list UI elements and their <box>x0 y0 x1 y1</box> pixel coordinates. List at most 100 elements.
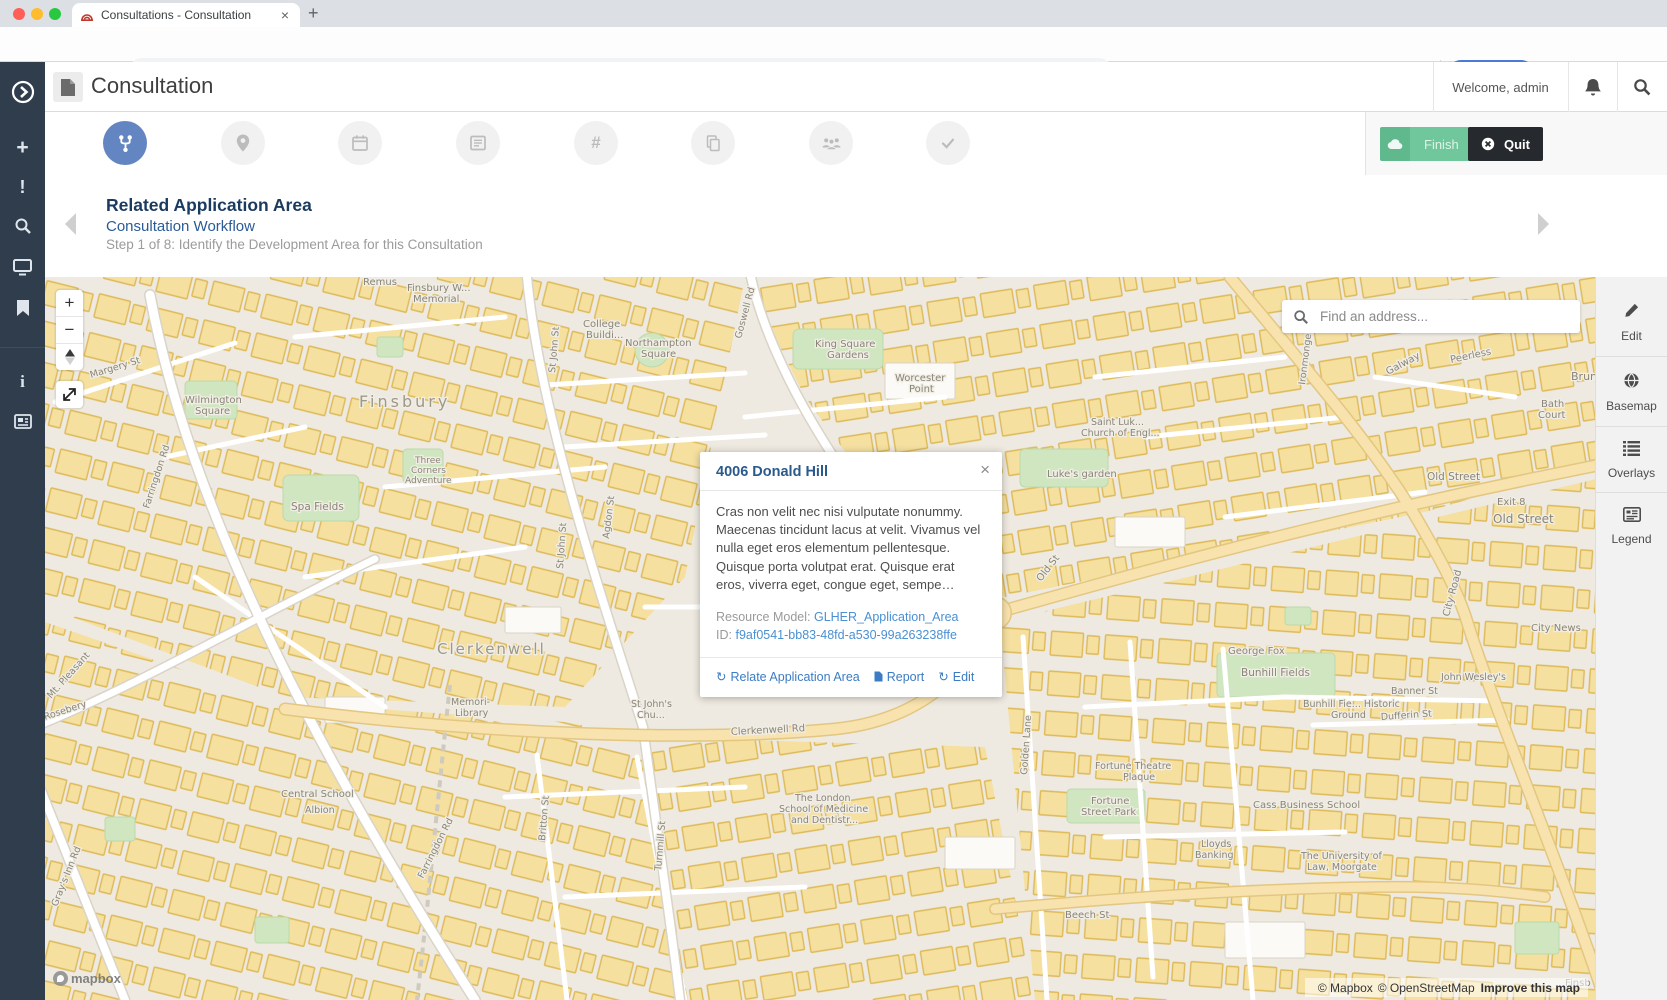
map-overlays-button[interactable]: Overlays <box>1596 427 1667 493</box>
popup-metadata: Resource Model: GLHER_Application_Area I… <box>700 598 1002 657</box>
chevron-left-icon <box>61 211 79 237</box>
map-label: Old Street <box>1427 471 1480 483</box>
map-label: Point <box>909 384 934 395</box>
map-basemap-button[interactable]: Basemap <box>1596 357 1667 427</box>
map-label: Bunhill Fields <box>1241 667 1310 679</box>
relate-application-area-link[interactable]: ↻ Relate Application Area <box>716 669 860 684</box>
sidebar-divider <box>0 347 45 348</box>
map-label: Ground <box>1331 710 1366 721</box>
map-label: Clerkenwell <box>437 640 546 658</box>
welcome-label[interactable]: Welcome, admin <box>1433 62 1568 112</box>
map-label: Street Park <box>1081 807 1136 818</box>
popup-close-icon[interactable]: × <box>980 461 990 478</box>
map-label: St John's <box>631 699 672 710</box>
circle-x-icon <box>1481 137 1495 151</box>
map-label: Cass Business School <box>1253 800 1360 811</box>
map-label: Northampton <box>625 338 692 349</box>
map-canvas[interactable]: Remus Finsbury W...Memorial CollegeBuildi.… <box>45 277 1667 1000</box>
map-label: Banner St <box>1391 686 1438 697</box>
app-header: Consultation Welcome, admin <box>45 62 1667 112</box>
check-icon <box>938 133 958 153</box>
edit-link[interactable]: ↻ Edit <box>938 669 974 684</box>
info-icon[interactable]: i <box>0 372 45 392</box>
browser-tab[interactable]: Consultations - Consultation × <box>72 3 300 27</box>
zoom-out-button[interactable]: − <box>56 317 83 344</box>
zoom-in-button[interactable]: + <box>56 290 83 317</box>
users-icon <box>821 133 842 153</box>
workflow-step-6[interactable] <box>691 121 735 165</box>
search-icon <box>1633 78 1651 96</box>
workflow-step-2[interactable] <box>221 121 265 165</box>
search-button[interactable] <box>1617 62 1667 112</box>
monitor-icon[interactable] <box>0 259 45 281</box>
new-tab-button[interactable]: + <box>308 3 319 24</box>
next-step-button[interactable] <box>1535 211 1553 242</box>
map-label: Library <box>455 708 489 719</box>
form-icon <box>468 133 488 153</box>
map-label: Albion <box>305 805 335 816</box>
finish-button[interactable]: Finish <box>1380 127 1473 161</box>
address-search-input[interactable] <box>1318 308 1552 325</box>
fullscreen-button[interactable] <box>56 381 83 408</box>
mapbox-attribution-link[interactable]: © Mapbox <box>1318 981 1373 995</box>
resource-id-link[interactable]: f9af0541-bb83-48fd-a530-99a263238ffe <box>735 628 957 642</box>
search-icon <box>1293 309 1309 325</box>
map-label: Fortune <box>1091 796 1129 807</box>
map-legend-button[interactable]: Legend <box>1596 493 1667 559</box>
map-label: Law, Moorgate <box>1307 862 1377 873</box>
map-label: Memorial <box>413 294 459 305</box>
resource-model-label: Resource Model: <box>716 610 811 624</box>
tab-close-icon[interactable]: × <box>278 8 292 22</box>
hashtag-icon: # <box>591 133 600 153</box>
workflow-step-1[interactable] <box>103 121 147 165</box>
map-label: Adventure <box>405 476 452 486</box>
map-label: Corners <box>411 466 446 476</box>
report-link[interactable]: Report <box>874 670 925 684</box>
map-label: Memori- <box>451 697 490 708</box>
map-label: and Dentistr... <box>791 815 858 826</box>
quit-label: Quit <box>1504 137 1530 152</box>
improve-map-link[interactable]: Improve this map <box>1481 981 1580 995</box>
chevron-right-icon <box>1535 211 1553 237</box>
cloud-icon <box>1380 127 1410 161</box>
news-icon[interactable] <box>0 414 45 434</box>
add-icon[interactable]: + <box>0 136 45 160</box>
map-label: Buildi... <box>586 330 623 341</box>
workflow-step-5[interactable]: # <box>574 121 618 165</box>
workflow-step-8[interactable] <box>926 121 970 165</box>
osm-attribution-link[interactable]: © OpenStreetMap <box>1378 981 1475 995</box>
macos-zoom-button[interactable] <box>49 8 61 20</box>
alert-icon[interactable]: ! <box>0 177 45 198</box>
resource-model-link[interactable]: GLHER_Application_Area <box>814 610 959 624</box>
workflow-step-7[interactable] <box>809 121 853 165</box>
workflow-step-3[interactable] <box>338 121 382 165</box>
previous-step-button[interactable] <box>61 211 79 242</box>
expand-sidebar-icon[interactable] <box>0 80 45 109</box>
map-label: Remus <box>363 277 397 288</box>
notifications-button[interactable] <box>1568 62 1617 112</box>
map-label: Old Street <box>1493 512 1554 526</box>
map-label: Three <box>414 456 441 466</box>
map-edit-button[interactable]: Edit <box>1596 288 1667 357</box>
step-title: Related Application Area <box>106 195 312 216</box>
popup-description: Cras non velit nec nisi vulputate nonumm… <box>700 491 1002 598</box>
map-label: Saint Luk... <box>1091 417 1144 428</box>
map-label: College <box>583 319 620 330</box>
workflow-name[interactable]: Consultation Workflow <box>106 218 255 235</box>
map-tool-panel: Edit Basemap Overlays Legend <box>1595 277 1667 1000</box>
search-sidebar-icon[interactable] <box>0 217 45 240</box>
map-label: Central School <box>281 789 354 800</box>
quit-button[interactable]: Quit <box>1468 127 1543 161</box>
macos-minimize-button[interactable] <box>31 8 43 20</box>
macos-close-button[interactable] <box>13 8 25 20</box>
bell-icon <box>1584 78 1602 97</box>
map-label: Brun <box>1571 370 1597 383</box>
expand-icon <box>62 387 77 402</box>
mapbox-logo[interactable]: mapbox <box>53 971 121 986</box>
address-search-box[interactable] <box>1282 300 1580 333</box>
tab-title: Consultations - Consultation <box>101 8 278 22</box>
bookmark-icon[interactable] <box>0 299 45 322</box>
compass-button[interactable] <box>56 344 83 370</box>
map-label: Finsbury W... <box>407 283 471 294</box>
workflow-step-4[interactable] <box>456 121 500 165</box>
